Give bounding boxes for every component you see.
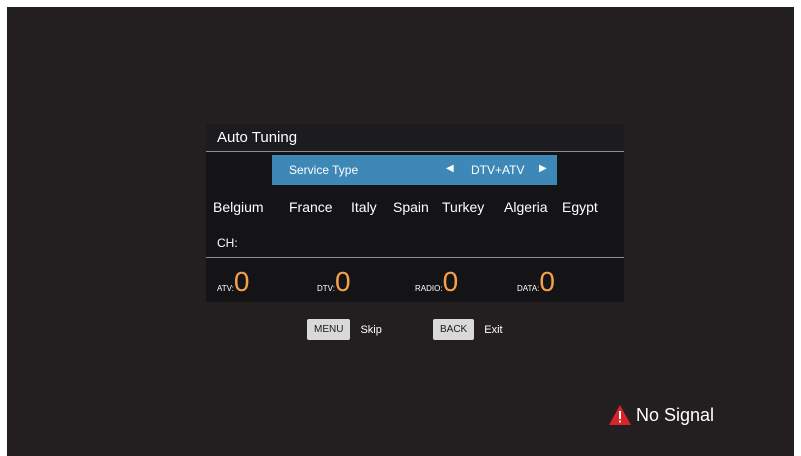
data-count: DATA:0 (517, 262, 555, 302)
back-keyhint[interactable]: BACK Exit (433, 319, 503, 340)
warning-icon (609, 405, 631, 425)
panel-title-bar: Auto Tuning (206, 124, 624, 152)
dtv-count: DTV:0 (317, 262, 351, 302)
atv-count: ATV:0 (217, 262, 249, 302)
country-algeria: Algeria (504, 199, 548, 215)
country-spain: Spain (393, 199, 429, 215)
arrow-right-icon[interactable]: ▶ (539, 163, 547, 174)
back-key[interactable]: BACK (433, 319, 475, 340)
radio-count: RADIO:0 (415, 262, 458, 302)
service-type-selector[interactable]: Service Type ◀ DTV+ATV ▶ (272, 155, 557, 185)
country-turkey: Turkey (442, 199, 485, 215)
tv-screen: Auto Tuning Service Type ◀ DTV+ATV ▶ Bel… (7, 7, 794, 456)
menu-key-action: Skip (360, 323, 382, 336)
radio-count-value: 0 (442, 266, 459, 297)
radio-count-label: RADIO: (415, 284, 443, 293)
data-count-value: 0 (539, 266, 555, 297)
no-signal-text: No Signal (636, 404, 715, 425)
atv-count-label: ATV: (217, 284, 234, 293)
service-type-label: Service Type (289, 163, 359, 177)
country-france: France (289, 199, 333, 215)
divider (206, 257, 624, 258)
panel-title: Auto Tuning (217, 129, 298, 146)
country-list: Belgium France Italy Spain Turkey Algeri… (206, 199, 624, 219)
service-type-value: DTV+ATV (471, 163, 525, 177)
channel-label: CH: (217, 236, 238, 250)
auto-tuning-panel: Auto Tuning Service Type ◀ DTV+ATV ▶ Bel… (206, 124, 624, 302)
no-signal-status: No Signal (608, 404, 714, 428)
atv-count-value: 0 (233, 266, 250, 297)
arrow-left-icon[interactable]: ◀ (446, 163, 454, 174)
menu-keyhint[interactable]: MENU Skip (307, 319, 382, 340)
country-egypt: Egypt (562, 199, 598, 215)
dtv-count-label: DTV: (317, 284, 335, 293)
country-italy: Italy (351, 199, 377, 215)
data-count-label: DATA: (517, 284, 540, 293)
country-belgium: Belgium (213, 199, 264, 215)
menu-key[interactable]: MENU (307, 319, 351, 340)
dtv-count-value: 0 (334, 266, 351, 297)
back-key-action: Exit (484, 323, 503, 336)
